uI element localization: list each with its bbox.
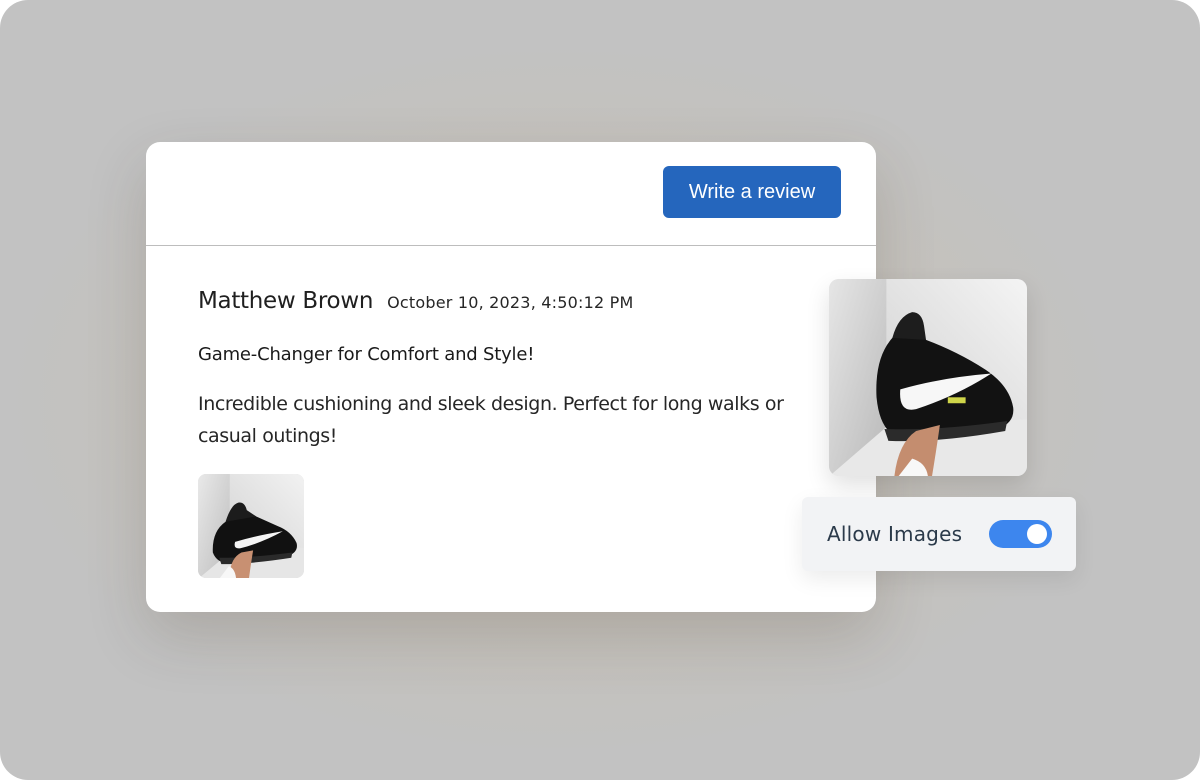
review-card: Write a review Matthew Brown October 10,…: [146, 142, 876, 612]
sneaker-photo-icon: [198, 474, 304, 578]
review-image-thumbnail[interactable]: [198, 474, 304, 578]
review-card-header: Write a review: [146, 142, 876, 246]
allow-images-panel: Allow Images: [802, 497, 1076, 571]
review-image-preview[interactable]: [829, 279, 1027, 476]
review-meta: Matthew Brown October 10, 2023, 4:50:12 …: [198, 288, 838, 318]
review-date: October 10, 2023, 4:50:12 PM: [387, 293, 634, 312]
toggle-knob: [1027, 524, 1047, 544]
review-title: Game-Changer for Comfort and Style!: [198, 344, 535, 365]
sneaker-photo-icon: [829, 279, 1027, 476]
app-canvas: Write a review Matthew Brown October 10,…: [0, 0, 1200, 780]
allow-images-toggle[interactable]: [989, 520, 1052, 548]
review-item: Matthew Brown October 10, 2023, 4:50:12 …: [198, 288, 838, 447]
reviewer-name: Matthew Brown: [198, 288, 374, 314]
write-review-button[interactable]: Write a review: [663, 166, 841, 218]
allow-images-label: Allow Images: [827, 522, 963, 546]
review-body: Incredible cushioning and sleek design. …: [198, 393, 784, 447]
